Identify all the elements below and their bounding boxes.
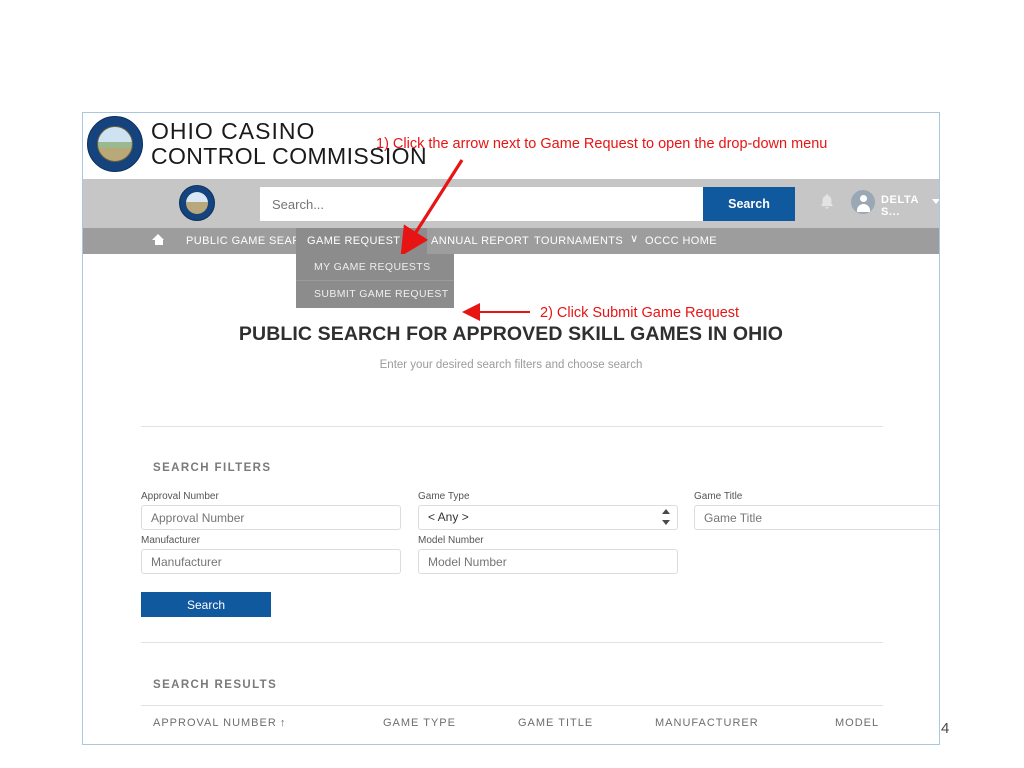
game-request-dropdown-menu: MY GAME REQUESTS SUBMIT GAME REQUEST: [296, 254, 454, 308]
slide-canvas: OHIO CASINO CONTROL COMMISSION Search DE…: [0, 0, 1024, 768]
user-menu-chevron-down-icon[interactable]: [932, 199, 939, 204]
annotation-step-2: 2) Click Submit Game Request: [540, 305, 740, 321]
column-header-game-title[interactable]: GAME TITLE: [518, 717, 593, 729]
sort-ascending-icon: ↑: [279, 717, 287, 729]
notification-bell-icon[interactable]: [819, 193, 835, 211]
column-label: APPROVAL NUMBER: [153, 717, 277, 729]
application-screenshot: OHIO CASINO CONTROL COMMISSION Search DE…: [82, 112, 940, 745]
search-input[interactable]: [260, 187, 703, 221]
ohio-casino-control-commission-seal-icon: [87, 116, 143, 172]
label-manufacturer: Manufacturer: [141, 535, 200, 546]
stepper-up-icon[interactable]: [662, 509, 670, 514]
seal-small-icon: [179, 185, 215, 221]
divider-above-table-head: [141, 705, 883, 706]
column-header-approval-number[interactable]: APPROVAL NUMBER ↑: [153, 717, 286, 729]
nav-label: ANNUAL REPORT: [431, 235, 530, 247]
nav-label: OCCC HOME: [645, 235, 718, 247]
home-icon: [152, 234, 165, 245]
game-type-value: < Any >: [428, 510, 469, 524]
manufacturer-input[interactable]: [141, 549, 401, 574]
label-game-title: Game Title: [694, 491, 743, 502]
nav-label: GAME REQUEST: [307, 235, 401, 247]
search-results-heading: SEARCH RESULTS: [153, 679, 278, 691]
main-navigation: PUBLIC GAME SEARCH GAME REQUEST ∨ ANNUAL …: [83, 228, 939, 254]
search-filters-heading: SEARCH FILTERS: [153, 462, 272, 474]
stepper-down-icon[interactable]: [662, 520, 670, 525]
dropdown-label: SUBMIT GAME REQUEST: [314, 288, 449, 300]
model-number-input[interactable]: [418, 549, 678, 574]
divider-above-filters: [141, 426, 883, 427]
label-approval-number: Approval Number: [141, 491, 219, 502]
chevron-down-icon: ∨: [407, 233, 416, 245]
column-header-model[interactable]: MODEL: [835, 717, 879, 729]
label-game-type: Game Type: [418, 491, 470, 502]
annotation-step-1: 1) Click the arrow next to Game Request …: [376, 136, 828, 152]
user-avatar-icon[interactable]: [851, 190, 875, 214]
nav-item-game-request[interactable]: GAME REQUEST ∨: [296, 228, 427, 254]
game-title-input[interactable]: [694, 505, 939, 530]
dropdown-item-my-game-requests[interactable]: MY GAME REQUESTS: [296, 254, 454, 281]
page-title: PUBLIC SEARCH FOR APPROVED SKILL GAMES I…: [238, 323, 784, 345]
column-header-game-type[interactable]: GAME TYPE: [383, 717, 456, 729]
column-label: GAME TITLE: [518, 717, 594, 729]
search-bar: Search DELTA S...: [83, 179, 939, 228]
column-header-manufacturer[interactable]: MANUFACTURER: [655, 717, 759, 729]
page-subtitle: Enter your desired search filters and ch…: [379, 359, 643, 371]
dropdown-item-submit-game-request[interactable]: SUBMIT GAME REQUEST: [296, 281, 454, 308]
approval-number-input[interactable]: [141, 505, 401, 530]
dropdown-label: MY GAME REQUESTS: [314, 261, 431, 273]
nav-item-tournaments[interactable]: TOURNAMENTS ∨: [523, 228, 650, 254]
divider-above-results: [141, 642, 883, 643]
game-type-stepper[interactable]: [662, 509, 671, 525]
slide-number: 4: [941, 720, 950, 737]
column-label: MANUFACTURER: [655, 717, 759, 729]
game-type-select[interactable]: < Any >: [418, 505, 678, 530]
column-label: MODEL: [835, 717, 880, 729]
column-label: GAME TYPE: [383, 717, 456, 729]
nav-label: TOURNAMENTS: [534, 235, 624, 247]
nav-item-occc-home[interactable]: OCCC HOME: [634, 228, 728, 254]
nav-item-home[interactable]: [141, 228, 176, 254]
header-search-button[interactable]: Search: [703, 187, 795, 221]
filters-search-button[interactable]: Search: [141, 592, 271, 617]
label-model-number: Model Number: [418, 535, 484, 546]
user-name-label[interactable]: DELTA S...: [881, 194, 939, 218]
